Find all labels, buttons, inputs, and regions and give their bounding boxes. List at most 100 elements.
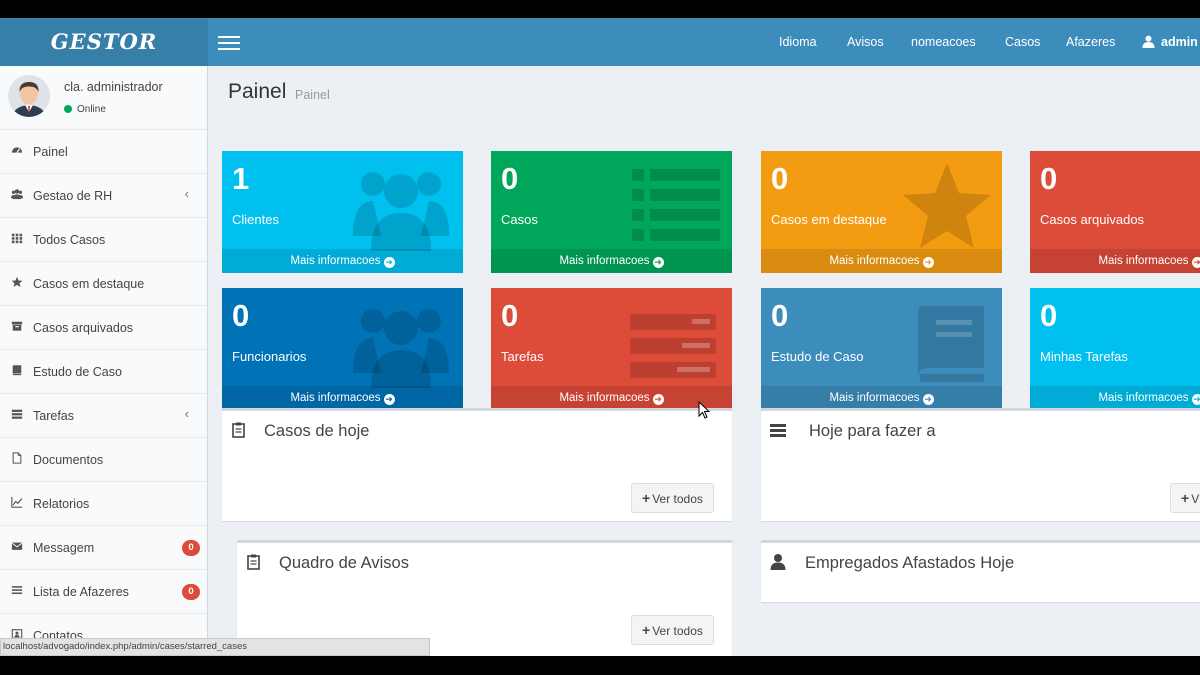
more-info-link[interactable]: Mais informacoes ➜ bbox=[491, 386, 732, 410]
page-title: Painel bbox=[228, 80, 287, 103]
sidebar-menu: Painel Gestao de RH ‹ Todos Casos Casos em d… bbox=[0, 130, 207, 656]
chevron-left-icon: ‹ bbox=[184, 186, 189, 201]
star-icon bbox=[11, 262, 27, 306]
sidebar-item-lista-de-afazeres[interactable]: Lista de Afazeres 0 bbox=[0, 570, 207, 614]
sidebar-item-label: Relatorios bbox=[33, 497, 90, 511]
tasks-icon bbox=[11, 394, 27, 438]
sidebar-toggle-icon[interactable] bbox=[218, 32, 240, 52]
stat-value: 1 bbox=[232, 161, 250, 196]
stat-value: 0 bbox=[1040, 161, 1058, 196]
nav-nomeacoes[interactable]: nomeacoes bbox=[911, 18, 976, 66]
app-window: GESTOR Idioma Avisos nomeacoes Casos Afa… bbox=[0, 18, 1200, 656]
clipboard-icon bbox=[247, 554, 260, 570]
arrow-circle-right-icon: ➜ bbox=[383, 394, 395, 405]
arrow-circle-right-icon: ➜ bbox=[922, 394, 934, 405]
top-navbar: Idioma Avisos nomeacoes Casos Afazeres a… bbox=[208, 18, 1200, 66]
grid-icon bbox=[11, 218, 27, 262]
more-info-link[interactable]: Mais informacoes ➜ bbox=[1030, 386, 1200, 410]
plus-icon: + bbox=[1181, 490, 1190, 506]
clipboard-icon bbox=[232, 422, 245, 438]
plus-icon: + bbox=[642, 622, 651, 638]
sidebar-item-relatorios[interactable]: Relatorios bbox=[0, 482, 207, 526]
stat-label: Casos arquivados bbox=[1040, 212, 1145, 227]
count-badge: 0 bbox=[182, 540, 200, 556]
sidebar-item-casos-em-destaque[interactable]: Casos em destaque bbox=[0, 262, 207, 306]
user-panel: cla. administrador Online bbox=[0, 66, 207, 130]
stat-label: Casos bbox=[501, 212, 538, 227]
users-icon bbox=[11, 174, 27, 218]
sidebar-item-label: Estudo de Caso bbox=[33, 365, 122, 379]
book-icon bbox=[11, 350, 27, 394]
panel-hoje-fazer: Hoje para fazer a + V bbox=[761, 408, 1200, 521]
envelope-icon bbox=[11, 526, 27, 570]
stat-label: Minhas Tarefas bbox=[1040, 349, 1128, 364]
sidebar-item-painel[interactable]: Painel bbox=[0, 130, 207, 174]
sidebar-item-todos-casos[interactable]: Todos Casos bbox=[0, 218, 207, 262]
stat-label: Casos em destaque bbox=[771, 212, 887, 227]
sidebar-item-label: Documentos bbox=[33, 453, 104, 467]
panel-title: Quadro de Avisos bbox=[279, 554, 409, 572]
mouse-cursor-icon bbox=[698, 401, 710, 419]
sidebar-item-gestao-de-rh[interactable]: Gestao de RH ‹ bbox=[0, 174, 207, 218]
ver-todos-button[interactable]: + Ver todos bbox=[631, 615, 714, 645]
arrow-circle-right-icon: ➜ bbox=[1191, 257, 1200, 268]
panel-title: Casos de hoje bbox=[264, 422, 370, 440]
panel-empregados-afastados: Empregados Afastados Hoje bbox=[761, 540, 1200, 602]
user-icon bbox=[770, 554, 786, 570]
user-menu[interactable]: admin bbox=[1142, 18, 1198, 66]
more-info-link[interactable]: Mais informacoes ➜ bbox=[761, 386, 1002, 410]
stat-box-estudo-de-caso: 0 Estudo de Caso Mais informacoes ➜ bbox=[761, 288, 1002, 410]
more-info-link[interactable]: Mais informacoes ➜ bbox=[491, 249, 732, 273]
user-icon bbox=[1142, 35, 1155, 48]
online-status: Online bbox=[64, 104, 106, 115]
arrow-circle-right-icon: ➜ bbox=[652, 394, 664, 405]
archive-icon bbox=[11, 306, 27, 350]
stat-value: 0 bbox=[771, 161, 789, 196]
list-icon bbox=[632, 169, 720, 241]
more-info-link[interactable]: Mais informacoes ➜ bbox=[761, 249, 1002, 273]
tasks-icon bbox=[630, 314, 716, 378]
stat-box-casos: 0 Casos Mais informacoes ➜ bbox=[491, 151, 732, 273]
stat-value: 0 bbox=[232, 298, 250, 333]
arrow-circle-right-icon: ➜ bbox=[1191, 394, 1200, 405]
star-icon bbox=[903, 163, 991, 248]
ver-todos-button[interactable]: + Ver todos bbox=[631, 483, 714, 513]
chevron-left-icon: ‹ bbox=[184, 406, 189, 421]
plus-icon: + bbox=[642, 490, 651, 506]
stat-label: Estudo de Caso bbox=[771, 349, 864, 364]
sidebar: cla. administrador Online Painel Gestao d… bbox=[0, 66, 208, 656]
online-dot-icon bbox=[64, 105, 72, 113]
stat-box-minhas-tarefas: 0 Minhas Tarefas Mais informacoes ➜ bbox=[1030, 288, 1200, 410]
arrow-circle-right-icon: ➜ bbox=[383, 257, 395, 268]
panel-title: Hoje para fazer a bbox=[809, 422, 936, 440]
sidebar-item-tarefas[interactable]: Tarefas ‹ bbox=[0, 394, 207, 438]
file-icon bbox=[11, 438, 27, 482]
users-icon bbox=[353, 309, 449, 388]
users-icon bbox=[353, 172, 449, 251]
nav-idioma[interactable]: Idioma bbox=[779, 18, 817, 66]
more-info-link[interactable]: Mais informacoes ➜ bbox=[1030, 249, 1200, 273]
stat-label: Clientes bbox=[232, 212, 279, 227]
more-info-link[interactable]: Mais informacoes ➜ bbox=[222, 249, 463, 273]
nav-casos[interactable]: Casos bbox=[1005, 18, 1040, 66]
stat-box-clientes: 1 Clientes Mais informacoes ➜ bbox=[222, 151, 463, 273]
nav-afazeres[interactable]: Afazeres bbox=[1066, 18, 1115, 66]
nav-avisos[interactable]: Avisos bbox=[847, 18, 884, 66]
tasks-icon bbox=[770, 424, 786, 437]
sidebar-item-documentos[interactable]: Documentos bbox=[0, 438, 207, 482]
sidebar-item-label: Lista de Afazeres bbox=[33, 585, 129, 599]
sidebar-item-label: Painel bbox=[33, 145, 68, 159]
sidebar-item-casos-arquivados[interactable]: Casos arquivados bbox=[0, 306, 207, 350]
sidebar-item-messagem[interactable]: Messagem 0 bbox=[0, 526, 207, 570]
app-logo[interactable]: GESTOR bbox=[0, 18, 208, 66]
stat-box-casos-arquivados: 0 Casos arquivados Mais informacoes ➜ bbox=[1030, 151, 1200, 273]
sidebar-item-label: Messagem bbox=[33, 541, 95, 555]
more-info-link[interactable]: Mais informacoes ➜ bbox=[222, 386, 463, 410]
main-content: Painel Painel 1 Clientes Mais informacoes ➜… bbox=[208, 66, 1200, 656]
arrow-circle-right-icon: ➜ bbox=[652, 257, 664, 268]
page-subtitle: Painel bbox=[295, 88, 330, 102]
sidebar-item-estudo-de-caso[interactable]: Estudo de Caso bbox=[0, 350, 207, 394]
ver-todos-button[interactable]: + V bbox=[1170, 483, 1200, 513]
avatar bbox=[8, 75, 50, 117]
stat-box-casos-em-destaque: 0 Casos em destaque Mais informacoes ➜ bbox=[761, 151, 1002, 273]
